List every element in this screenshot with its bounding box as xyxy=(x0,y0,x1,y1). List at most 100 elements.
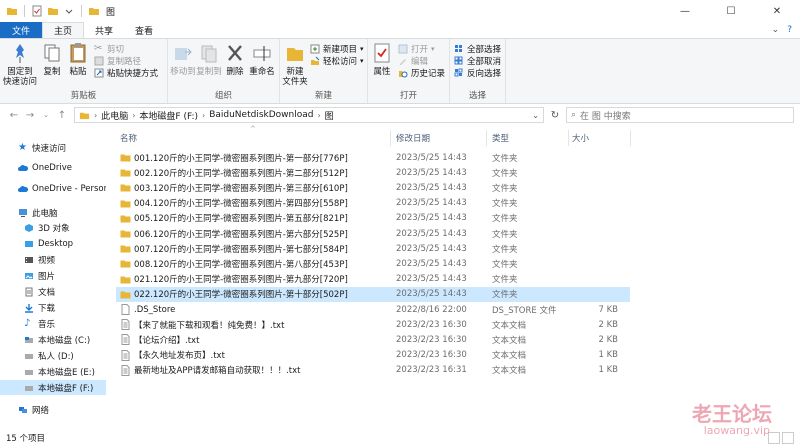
table-row[interactable]: 021.120斤的小王同学-微密圈系列图片-第九部分[720P] 2023/5/2… xyxy=(116,272,630,287)
paste-shortcut-button[interactable]: 粘贴快捷方式 xyxy=(94,67,158,79)
title-bar: 图 — ☐ ✕ xyxy=(0,0,800,22)
table-row[interactable]: .DS_Store 2022/8/16 22:00 DS_STORE 文件 7 KB xyxy=(116,302,630,317)
column-divider[interactable] xyxy=(486,130,487,146)
nav-item-music[interactable]: ♪ 音乐 xyxy=(0,316,106,331)
nav-item-desktop[interactable]: Desktop xyxy=(0,236,106,251)
help-icon[interactable]: ? xyxy=(787,25,792,35)
history-button[interactable]: 历史记录 xyxy=(398,67,445,79)
table-row[interactable]: 最新地址及APP请发邮箱自动获取！！！.txt 2023/2/23 16:31 文本… xyxy=(116,363,630,378)
pin-to-quick-access-button[interactable]: 固定到 快速访问 xyxy=(3,42,38,87)
breadcrumb-this-pc[interactable]: 此电脑 xyxy=(101,109,128,122)
tab-file[interactable]: 文件 xyxy=(0,22,43,38)
column-header-date[interactable]: 修改日期 xyxy=(396,130,486,146)
nav-item-onedrive-personal[interactable]: OneDrive - Persona xyxy=(0,181,106,196)
document-icon xyxy=(25,287,33,296)
folder-icon xyxy=(120,169,131,177)
table-row[interactable]: 【论坛介绍】.txt 2023/2/23 16:30 文本文档 2 KB xyxy=(116,332,630,347)
edit-button[interactable]: 编辑 xyxy=(398,55,428,67)
select-all-button[interactable]: 全部选择 xyxy=(454,43,501,55)
cut-button[interactable]: ✂ 剪切 xyxy=(94,43,124,56)
search-box[interactable]: ⌕ 在 图 中搜索 xyxy=(566,107,794,123)
properties-button[interactable]: 属性 xyxy=(370,42,394,77)
invert-selection-button[interactable]: 反向选择 xyxy=(454,67,501,79)
table-row[interactable]: 【永久地址发布页】.txt 2023/2/23 16:30 文本文档 1 KB xyxy=(116,348,630,363)
file-type: 文件夹 xyxy=(492,199,518,210)
address-bar[interactable]: › 此电脑 › 本地磁盘F (F:) › BaiduNetdiskDownloa… xyxy=(74,107,544,123)
forward-button[interactable]: → xyxy=(22,110,38,121)
nav-item-downloads[interactable]: 下载 xyxy=(0,300,106,315)
column-divider[interactable] xyxy=(390,130,391,146)
back-button[interactable]: ← xyxy=(6,110,22,121)
rename-label: 重命名 xyxy=(249,67,275,77)
table-row[interactable]: 001.120斤的小王同学-微密圈系列图片-第一部分[776P] 2023/5/2… xyxy=(116,150,630,165)
nav-item-drive-f[interactable]: 本地磁盘F (F:) xyxy=(0,380,106,395)
select-none-button[interactable]: 全部取消 xyxy=(454,55,501,67)
delete-button[interactable]: 删除 xyxy=(224,42,246,77)
table-row[interactable]: 【来了就能下载和观看！纯免费！】.txt 2023/2/23 16:30 文本文档 2… xyxy=(116,317,630,332)
chevron-down-icon[interactable]: ⌄ xyxy=(772,25,780,35)
maximize-button[interactable]: ☐ xyxy=(708,0,754,22)
nav-item-pictures[interactable]: 图片 xyxy=(0,268,106,283)
file-date: 2023/5/25 14:43 xyxy=(396,274,467,285)
table-row[interactable]: 008.120斤的小王同学-微密圈系列图片-第八部分[453P] 2023/5/2… xyxy=(116,256,630,271)
nav-item-documents[interactable]: 文档 xyxy=(0,284,106,299)
easy-access-button[interactable]: 轻松访问 ▾ xyxy=(310,55,364,67)
nav-item-3d-objects[interactable]: 3D 对象 xyxy=(0,220,106,235)
minimize-button[interactable]: — xyxy=(662,0,708,22)
column-header-size[interactable]: 大小 xyxy=(572,130,628,146)
new-folder-button[interactable]: 新建 文件夹 xyxy=(282,42,308,87)
file-name: 002.120斤的小王同学-微密圈系列图片-第二部分[512P] xyxy=(134,168,348,179)
shortcut-icon xyxy=(94,68,104,78)
nav-item-drive-c[interactable]: 本地磁盘 (C:) xyxy=(0,332,106,347)
table-row[interactable]: 005.120斤的小王同学-微密圈系列图片-第五部分[821P] 2023/5/2… xyxy=(116,211,630,226)
breadcrumb-drive-f[interactable]: 本地磁盘F (F:) xyxy=(139,109,198,122)
table-row[interactable]: 003.120斤的小王同学-微密圈系列图片-第三部分[610P] 2023/5/2… xyxy=(116,180,630,195)
column-divider[interactable] xyxy=(630,130,631,146)
copy-to-button[interactable]: 复制到 xyxy=(196,42,222,77)
tab-view[interactable]: 查看 xyxy=(124,22,164,38)
new-item-button[interactable]: 新建项目 ▾ xyxy=(310,43,364,55)
up-button[interactable]: ↑ xyxy=(54,110,70,121)
table-row[interactable]: 006.120斤的小王同学-微密圈系列图片-第六部分[525P] 2023/5/2… xyxy=(116,226,630,241)
recent-locations-button[interactable]: ⌄ xyxy=(38,111,54,119)
easy-access-label: 轻松访问 xyxy=(323,57,358,67)
close-button[interactable]: ✕ xyxy=(754,0,800,22)
nav-item-network[interactable]: 网络 xyxy=(0,402,106,417)
tab-share[interactable]: 共享 xyxy=(84,22,124,38)
nav-item-quick-access[interactable]: ★ 快速访问 xyxy=(0,140,106,155)
nav-item-videos[interactable]: 视频 xyxy=(0,252,106,267)
chevron-down-icon[interactable]: ⌄ xyxy=(532,111,539,120)
nav-item-drive-e[interactable]: 本地磁盘E (E:) xyxy=(0,364,106,379)
pin-label: 固定到 快速访问 xyxy=(3,67,38,87)
copy-button[interactable]: 复制 xyxy=(40,42,64,77)
column-header-type[interactable]: 类型 xyxy=(492,130,568,146)
column-header-name[interactable]: 名称 xyxy=(120,130,390,146)
chevron-down-icon: ▾ xyxy=(360,45,364,53)
rename-icon xyxy=(253,46,271,61)
breadcrumb-current-folder[interactable]: 图 xyxy=(325,109,334,122)
table-row[interactable]: 004.120斤的小王同学-微密圈系列图片-第四部分[558P] 2023/5/2… xyxy=(116,196,630,211)
refresh-button[interactable]: ↻ xyxy=(548,107,562,123)
watermark-url: laowang.vip xyxy=(703,424,770,437)
breadcrumb-baidunetdisk[interactable]: BaiduNetdiskDownload xyxy=(209,110,313,120)
large-icons-view-button[interactable] xyxy=(782,432,794,444)
paste-button[interactable]: 粘贴 xyxy=(66,42,90,77)
table-row[interactable]: 007.120斤的小王同学-微密圈系列图片-第七部分[584P] 2023/5/2… xyxy=(116,241,630,256)
move-to-button[interactable]: 移动到 xyxy=(170,42,196,77)
copy-path-button[interactable]: 复制路径 xyxy=(94,55,141,67)
tab-home[interactable]: 主页 xyxy=(42,22,85,38)
file-name: 008.120斤的小王同学-微密圈系列图片-第八部分[453P] xyxy=(134,259,348,270)
download-icon xyxy=(25,303,33,313)
nav-item-this-pc[interactable]: 此电脑 xyxy=(0,205,106,220)
column-divider[interactable] xyxy=(568,130,569,146)
nav-item-label: OneDrive xyxy=(32,162,72,173)
open-button[interactable]: 打开 ▾ xyxy=(398,43,435,55)
table-row[interactable]: 022.120斤的小王同学-微密圈系列图片-第十部分[502P] 2023/5/2… xyxy=(116,286,630,302)
chevron-down-icon[interactable] xyxy=(63,5,75,17)
rename-button[interactable]: 重命名 xyxy=(248,42,276,77)
nav-item-drive-d[interactable]: 私人 (D:) xyxy=(0,348,106,363)
properties-icon[interactable] xyxy=(31,5,43,17)
table-row[interactable]: 002.120斤的小王同学-微密圈系列图片-第二部分[512P] 2023/5/2… xyxy=(116,165,630,180)
new-folder-icon[interactable] xyxy=(47,5,59,17)
nav-item-onedrive[interactable]: OneDrive xyxy=(0,160,106,175)
